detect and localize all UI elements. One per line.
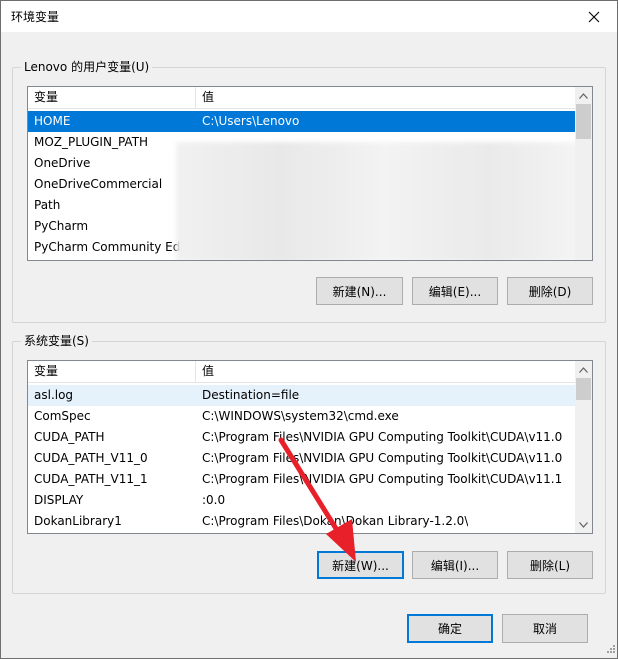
user-edit-button[interactable]: 编辑(E)...	[412, 277, 498, 305]
user-variables-list[interactable]: 变量 值 HOME C:\Users\Lenovo MOZ_PLUGIN_PAT…	[27, 86, 593, 261]
column-header-value[interactable]: 值	[196, 87, 577, 109]
chevron-up-icon[interactable]	[575, 87, 592, 104]
system-list-header: 变量 值	[28, 361, 577, 383]
close-icon	[588, 11, 600, 22]
list-item[interactable]: CUDA_PATH C:\Program Files\NVIDIA GPU Co…	[28, 427, 575, 448]
user-variables-label: Lenovo 的用户变量(U)	[21, 59, 153, 75]
variable-name: OneDriveCommercial	[34, 177, 163, 191]
window-title: 环境变量	[11, 10, 60, 24]
system-delete-button[interactable]: 删除(L)	[507, 551, 593, 579]
variable-name: ComSpec	[34, 409, 91, 423]
column-header-variable[interactable]: 变量	[28, 361, 196, 383]
column-header-value[interactable]: 值	[196, 361, 577, 383]
variable-value: C:\Program Files\NVIDIA GPU Computing To…	[202, 451, 563, 465]
list-item[interactable]: CUDA_PATH_V11_0 C:\Program Files\NVIDIA …	[28, 448, 575, 469]
variable-name: CUDA_PATH	[34, 430, 105, 444]
scroll-thumb[interactable]	[576, 378, 591, 400]
variable-name: CUDA_PATH_V11_0	[34, 451, 148, 465]
variable-name: Path	[34, 198, 61, 212]
variable-name: PyCharm	[34, 219, 89, 233]
scroll-thumb[interactable]	[576, 104, 591, 139]
chevron-up-icon[interactable]	[575, 361, 592, 378]
variable-name: asl.log	[34, 388, 74, 402]
close-button[interactable]	[571, 1, 617, 32]
list-item[interactable]: asl.log Destination=file	[28, 385, 575, 406]
user-list-scrollbar[interactable]	[575, 87, 592, 260]
chevron-down-icon[interactable]	[575, 516, 592, 533]
variable-name: MOZ_PLUGIN_PATH	[34, 135, 149, 149]
variable-value: C:\Program Files\NVIDIA GPU Computing To…	[202, 430, 563, 444]
list-item[interactable]: HOME C:\Users\Lenovo	[28, 111, 575, 132]
variable-name: DISPLAY	[34, 493, 84, 507]
environment-variables-dialog: 环境变量 Lenovo 的用户变量(U) 变量 值 HOME C:\Users\…	[0, 0, 618, 659]
variable-value: C:\Program Files\NVIDIA GPU Computing To…	[202, 472, 563, 486]
variable-name: HOME	[34, 114, 71, 128]
ok-button[interactable]: 确定	[407, 614, 493, 643]
list-item[interactable]: ComSpec C:\WINDOWS\system32\cmd.exe	[28, 406, 575, 427]
system-edit-button[interactable]: 编辑(I)...	[412, 551, 498, 579]
list-item[interactable]: DISPLAY :0.0	[28, 490, 575, 511]
variable-name: PyCharm Community Ed	[34, 240, 181, 254]
user-list-header: 变量 值	[28, 87, 577, 109]
system-variables-list[interactable]: 变量 值 asl.log Destination=file ComSpec C:…	[27, 360, 593, 534]
variable-value: Destination=file	[202, 388, 300, 402]
list-item[interactable]: CUDA_PATH_V11_1 C:\Program Files\NVIDIA …	[28, 469, 575, 490]
resize-grip-icon[interactable]	[605, 642, 615, 656]
variable-name: CUDA_PATH_V11_1	[34, 472, 148, 486]
system-list-scrollbar[interactable]	[575, 361, 592, 533]
cancel-button[interactable]: 取消	[502, 614, 588, 643]
variable-value: C:\Program Files\Dokan\Dokan Library-1.2…	[202, 514, 469, 528]
variable-name: DokanLibrary1	[34, 514, 122, 528]
user-new-button[interactable]: 新建(N)...	[316, 277, 403, 305]
user-delete-button[interactable]: 删除(D)	[507, 277, 593, 305]
variable-value: :0.0	[202, 493, 226, 507]
system-new-button[interactable]: 新建(W)...	[317, 551, 404, 579]
redacted-values-blur	[176, 142, 592, 260]
variable-value: C:\WINDOWS\system32\cmd.exe	[202, 409, 399, 423]
variable-name: OneDrive	[34, 156, 91, 170]
system-variables-label: 系统变量(S)	[21, 333, 92, 349]
column-header-variable[interactable]: 变量	[28, 87, 196, 109]
variable-value: C:\Users\Lenovo	[202, 114, 300, 128]
title-bar[interactable]: 环境变量	[1, 1, 617, 32]
list-item[interactable]: DokanLibrary1 C:\Program Files\Dokan\Dok…	[28, 511, 575, 532]
